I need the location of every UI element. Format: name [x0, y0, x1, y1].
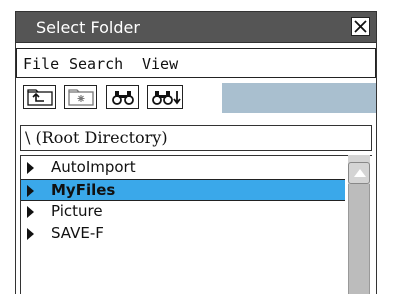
new-folder-button[interactable]	[64, 85, 97, 109]
search-button[interactable]	[106, 85, 139, 109]
title-bar: Select Folder	[15, 11, 377, 43]
scroll-up-button[interactable]	[348, 162, 370, 184]
close-icon	[354, 20, 367, 33]
select-folder-dialog: Select Folder File Search View \ (Root D…	[0, 0, 393, 294]
menu-search[interactable]: Search	[69, 55, 123, 73]
window-title: Select Folder	[36, 18, 140, 37]
folder-item-picture[interactable]: Picture	[21, 201, 345, 223]
menu-view[interactable]: View	[142, 55, 178, 73]
expand-arrow-icon	[27, 162, 34, 174]
menu-file[interactable]: File	[23, 55, 59, 73]
expand-arrow-icon	[27, 228, 34, 240]
menu-bar: File Search View	[16, 48, 376, 78]
expand-arrow-icon	[27, 185, 34, 197]
search-icon	[112, 91, 134, 105]
expand-arrow-icon	[27, 206, 34, 218]
close-button[interactable]	[351, 17, 370, 36]
folder-label: Picture	[51, 202, 103, 220]
folder-label: MyFiles	[51, 181, 116, 199]
folder-item-save-f[interactable]: SAVE-F	[21, 223, 345, 245]
toolbar	[16, 83, 376, 113]
path-display: \ (Root Directory)	[20, 125, 372, 151]
folder-label: AutoImport	[51, 158, 136, 176]
folder-list: AutoImport MyFiles Picture SAVE-F	[20, 155, 372, 294]
folder-item-myfiles[interactable]: MyFiles	[21, 179, 345, 201]
scroll-track[interactable]	[348, 184, 370, 294]
parent-folder-icon	[27, 89, 53, 106]
vertical-scrollbar[interactable]	[348, 155, 370, 294]
search-next-button[interactable]	[147, 85, 183, 109]
parent-folder-button[interactable]	[23, 85, 56, 109]
current-path: \ (Root Directory)	[25, 128, 168, 147]
new-folder-icon	[68, 89, 94, 106]
search-next-icon	[152, 91, 181, 105]
folder-label: SAVE-F	[51, 224, 104, 242]
dialog-body: File Search View \ (Root Directory) Auto…	[15, 43, 377, 294]
scroll-up-arrow-icon	[354, 169, 366, 177]
folder-item-autoimport[interactable]: AutoImport	[21, 157, 345, 179]
